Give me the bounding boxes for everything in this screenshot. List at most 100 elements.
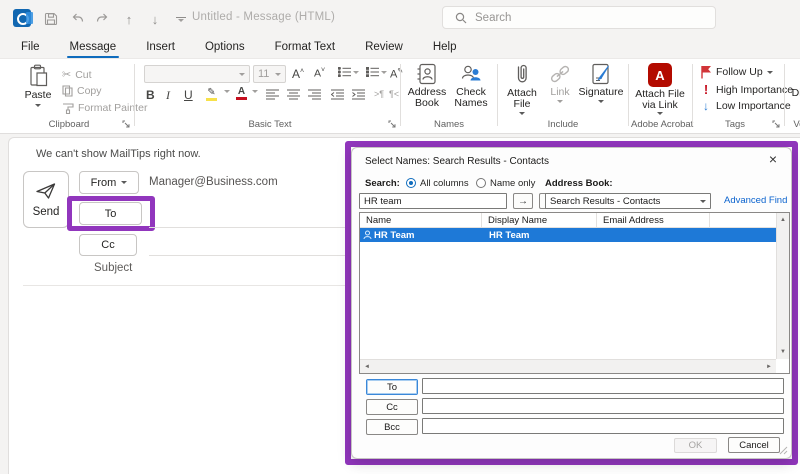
highlighter-icon: ✎ <box>207 87 215 98</box>
save-icon[interactable] <box>38 10 64 28</box>
tags-group-label: Tags <box>700 119 770 130</box>
attach-file-via-link-button[interactable]: A Attach File via Link <box>633 63 687 115</box>
column-header-blank <box>710 213 776 227</box>
increase-indent-icon <box>352 89 365 100</box>
link-button[interactable]: Link <box>544 63 576 103</box>
acrobat-icon: A <box>648 63 672 87</box>
tab-insert[interactable]: Insert <box>131 36 190 58</box>
address-book-select[interactable]: Search Results - Contacts <box>545 193 711 209</box>
dialog-cc-button[interactable]: Cc <box>366 399 418 415</box>
scroll-left-icon[interactable]: ◄ <box>364 364 370 370</box>
scroll-down-icon[interactable]: ▼ <box>780 349 786 355</box>
move-down-icon[interactable]: ↓ <box>142 10 168 28</box>
shrink-font-button[interactable]: A˅ <box>314 67 325 80</box>
align-center-button[interactable] <box>287 89 300 100</box>
include-group-label: Include <box>502 119 624 130</box>
check-names-icon <box>459 63 483 85</box>
contact-row-selected[interactable]: HR Team HR Team <box>360 228 776 242</box>
grow-font-button[interactable]: A˄ <box>292 67 304 81</box>
resize-grip-icon[interactable] <box>779 446 788 455</box>
dialog-cc-field[interactable] <box>422 398 784 414</box>
high-importance-icon: ! <box>700 82 712 97</box>
highlight-color-button[interactable]: ✎ <box>206 87 217 101</box>
scroll-up-icon[interactable]: ▲ <box>780 217 786 223</box>
check-names-button[interactable]: Check Names <box>450 63 492 109</box>
move-up-icon[interactable]: ↑ <box>116 10 142 28</box>
italic-button[interactable]: I <box>166 88 170 103</box>
high-importance-button[interactable]: ! High Importance <box>700 82 793 97</box>
cc-field-underline <box>149 255 346 256</box>
clipboard-dialog-launcher-icon[interactable] <box>122 120 130 128</box>
address-book-icon <box>416 63 438 85</box>
follow-up-button[interactable]: Follow Up <box>700 65 773 79</box>
advanced-find-link[interactable]: Advanced Find <box>724 195 787 206</box>
cc-button[interactable]: Cc <box>79 234 137 256</box>
customize-quick-access-icon[interactable] <box>168 10 194 28</box>
contact-display-name: HR Team <box>482 230 597 241</box>
numbering-button[interactable] <box>366 67 387 77</box>
signature-button[interactable]: Signature <box>578 63 624 103</box>
from-button[interactable]: From <box>79 171 139 194</box>
redo-icon[interactable] <box>90 10 116 28</box>
radio-name-only[interactable] <box>476 178 486 188</box>
dialog-close-icon[interactable]: × <box>769 152 777 166</box>
font-size-combo[interactable]: 11 <box>253 65 286 83</box>
select-names-dialog: Select Names: Search Results - Contacts … <box>351 147 792 459</box>
title-bar: ↑ ↓ Untitled - Message (HTML) Search <box>0 0 800 36</box>
attach-file-button[interactable]: Attach File <box>502 63 542 115</box>
font-color-button[interactable]: A <box>236 87 247 100</box>
tab-message[interactable]: Message <box>55 36 132 58</box>
mailtips-banner: We can't show MailTips right now. <box>36 148 201 160</box>
tab-review[interactable]: Review <box>350 36 418 58</box>
dialog-highlight: Select Names: Search Results - Contacts … <box>345 141 798 465</box>
to-button-highlight: To <box>67 196 155 231</box>
contact-icon <box>363 230 372 240</box>
low-importance-icon: ↓ <box>700 99 712 113</box>
basic-text-dialog-launcher-icon[interactable] <box>388 120 396 128</box>
low-importance-button[interactable]: ↓ Low Importance <box>700 99 791 113</box>
font-family-combo[interactable] <box>144 65 250 83</box>
tab-options[interactable]: Options <box>190 36 260 58</box>
column-header-name[interactable]: Name <box>360 213 482 227</box>
address-book-button[interactable]: Address Book <box>406 63 448 109</box>
align-left-button[interactable] <box>266 89 279 100</box>
bullets-icon <box>338 67 351 77</box>
cut-button[interactable]: ✂ Cut <box>62 68 92 81</box>
send-button[interactable]: Send <box>23 171 69 228</box>
increase-indent-button[interactable] <box>352 89 365 100</box>
tab-help[interactable]: Help <box>418 36 472 58</box>
column-header-email[interactable]: Email Address <box>597 213 710 227</box>
decrease-indent-button[interactable] <box>331 89 344 100</box>
ltr-paragraph-icon[interactable]: >¶ <box>374 89 384 99</box>
dialog-bcc-button[interactable]: Bcc <box>366 419 418 435</box>
tags-dialog-launcher-icon[interactable] <box>772 120 780 128</box>
list-header: Name Display Name Email Address <box>360 213 776 228</box>
paste-button[interactable]: Paste <box>16 64 60 107</box>
dictate-button[interactable]: Dictate <box>788 63 800 99</box>
scroll-right-icon[interactable]: ► <box>766 364 772 370</box>
rtl-paragraph-icon[interactable]: ¶< <box>389 89 399 99</box>
dialog-bcc-field[interactable] <box>422 418 784 434</box>
dialog-to-field[interactable] <box>422 378 784 394</box>
vertical-scrollbar[interactable]: ▲ ▼ <box>776 213 789 359</box>
underline-button[interactable]: U <box>184 88 193 102</box>
cancel-button[interactable]: Cancel <box>728 437 780 453</box>
dialog-to-button[interactable]: To <box>366 379 418 395</box>
horizontal-scrollbar[interactable]: ◄ ► <box>360 359 776 373</box>
to-button[interactable]: To <box>79 202 142 225</box>
go-button[interactable]: → <box>513 193 533 209</box>
bullets-button[interactable] <box>338 67 359 77</box>
bold-button[interactable]: B <box>146 88 155 102</box>
tab-file[interactable]: File <box>6 36 55 58</box>
copy-button[interactable]: Copy <box>62 85 102 97</box>
contact-search-input[interactable]: HR team <box>359 193 507 209</box>
undo-icon[interactable] <box>64 10 90 28</box>
search-input[interactable]: Search <box>442 6 716 29</box>
tab-format-text[interactable]: Format Text <box>260 36 351 58</box>
radio-all-columns[interactable] <box>406 178 416 188</box>
clear-formatting-button[interactable]: A✎ <box>390 67 403 81</box>
font-color-icon: A <box>238 87 245 97</box>
ok-button[interactable]: OK <box>674 438 717 453</box>
align-right-button[interactable] <box>308 89 321 100</box>
column-header-display-name[interactable]: Display Name <box>482 213 597 227</box>
